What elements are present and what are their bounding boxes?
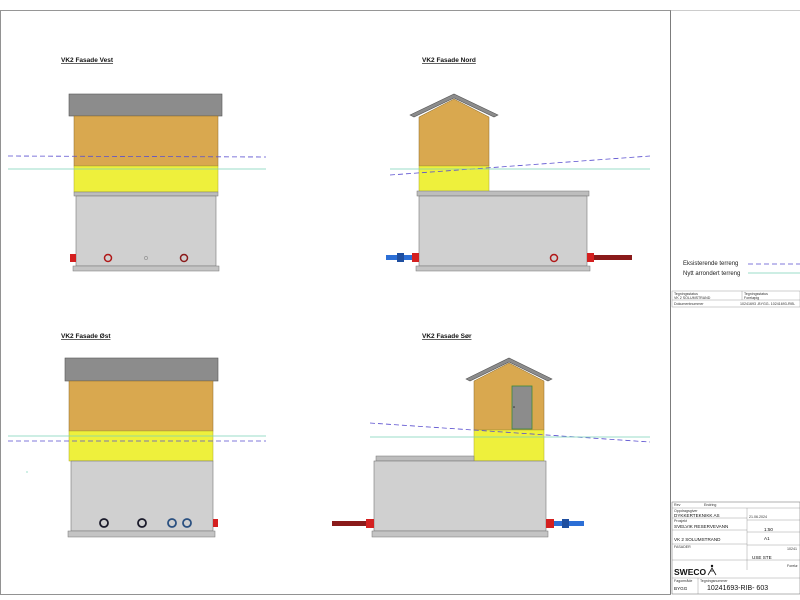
pipe-coupling (562, 519, 569, 528)
view-vest-title: VK2 Fasade Vest (61, 57, 114, 64)
location-name: VK 2 SOLUMSTRAND (674, 537, 721, 542)
yellow-foundation-band (473, 429, 545, 462)
concrete-ledge (73, 191, 219, 197)
concrete-ledge (416, 190, 590, 197)
project-label: Prosjekt (674, 519, 687, 523)
reference-table: Tegningsstatus VK 2 SOLUMSTRAND Tegnings… (671, 290, 800, 308)
concrete-chamber (373, 460, 547, 532)
view-ost: VK2 Fasade Øst (8, 333, 266, 538)
door-handle (513, 406, 515, 408)
endring-label: Endring (704, 503, 716, 507)
format-value: A1 (764, 536, 770, 541)
base-slab (415, 265, 591, 272)
concrete-chamber (75, 195, 217, 267)
status-value: USE STE (752, 555, 772, 560)
base-slab (371, 530, 549, 538)
roof (68, 93, 223, 117)
pipe-coupling (397, 253, 404, 262)
drawing-number: 10241693-RIB- 603 (707, 585, 768, 592)
view-nord-title: VK2 Fasade Nord (422, 57, 476, 64)
pipe-stub-red (546, 519, 554, 528)
reference-value-c: 10241693 -BYGG- 10241693-RIB- (740, 302, 796, 306)
roof (64, 357, 219, 382)
drawing-no-label: Tegningsnummer (700, 579, 728, 583)
status2-value: Forelø (787, 564, 798, 568)
doc-short-value: 10241 (787, 547, 797, 551)
reference-label-c: Dokumentnummer (674, 302, 704, 306)
pipe-stub-red (70, 254, 76, 262)
concrete-chamber (418, 195, 588, 267)
drawing-title: FASADER (674, 545, 691, 549)
sweco-logo-icon (707, 564, 717, 576)
client-name: DYKKERTEKNIKK AS (674, 513, 720, 518)
pipe-red (594, 255, 632, 260)
discipline-value: BYGG (674, 586, 688, 591)
concrete-ledge (375, 455, 475, 462)
existing-terrain-line (7, 155, 267, 158)
company-logo: SWECO (674, 567, 707, 577)
rev-label: Rev (674, 503, 681, 507)
view-vest: VK2 Fasade Vest (7, 57, 267, 272)
date-value: 21.06.2024 (749, 515, 767, 519)
drawing-sheet: VK2 Fasade Vest VK2 Fasade Nord VK2 Fasa… (0, 10, 800, 595)
pipe-stub-red (412, 253, 419, 262)
door (511, 385, 533, 430)
legend-new-label: Nytt arrondert terreng (683, 271, 740, 277)
scale-value: 1:50 (764, 527, 773, 532)
discipline-label: Fagområde (674, 579, 692, 583)
base-slab (72, 265, 220, 272)
pipe-stub-red (213, 519, 218, 527)
view-sor: VK2 Fasade Sør (332, 333, 651, 538)
base-slab (67, 530, 216, 538)
legend: Eksisterende terreng Nytt arrondert terr… (683, 261, 800, 277)
wood-cladding (73, 115, 219, 167)
yellow-foundation-band (68, 430, 214, 462)
reference-value-b: Foreløpig (744, 296, 759, 300)
pipe-stub-red (366, 519, 374, 528)
pipe-red (332, 521, 368, 526)
wood-cladding (68, 380, 214, 432)
view-ost-title: VK2 Fasade Øst (61, 333, 111, 340)
yellow-foundation-band (73, 165, 219, 193)
project-name: SVELVIK RESERVEVANN (674, 524, 728, 529)
pipe-stub-red (587, 253, 594, 262)
legend-existing-label: Eksisterende terreng (683, 261, 738, 267)
reference-value-a: VK 2 SOLUMSTRAND (674, 296, 711, 300)
view-nord: VK2 Fasade Nord (386, 57, 651, 272)
concrete-chamber (70, 460, 214, 532)
title-block: Rev Endring Oppdragsgiver DYKKERTEKNIKK … (671, 501, 800, 595)
view-sor-title: VK2 Fasade Sør (422, 333, 472, 340)
